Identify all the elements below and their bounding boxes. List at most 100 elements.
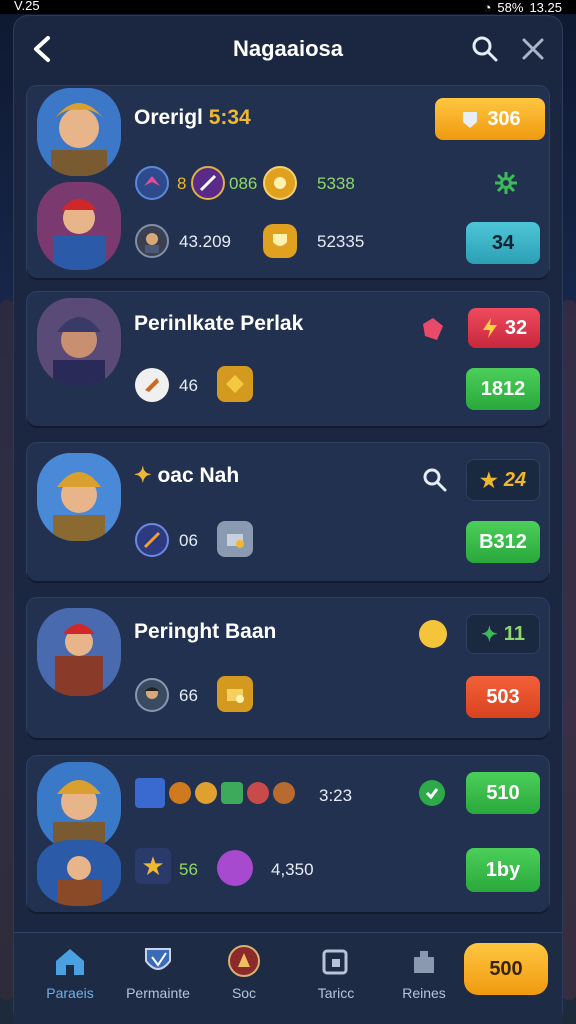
emoji-icon — [419, 620, 447, 648]
hero-avatar — [37, 182, 121, 270]
player-name: ✦ oac Nah — [134, 463, 239, 488]
list-item[interactable]: ✦ oac Nah ★ 24 06 B312 — [27, 443, 549, 581]
hero-mini-avatar — [135, 224, 169, 258]
player-name: Peringht Baan — [134, 620, 277, 643]
star-button[interactable]: ★ 24 — [466, 459, 540, 501]
status-time-right: 13.25 — [529, 0, 562, 14]
close-button[interactable] — [518, 34, 548, 64]
nav-item-taricc[interactable]: Taricc — [296, 943, 376, 1001]
nav-item-soc[interactable]: Soc — [204, 943, 284, 1001]
nav-label: Soc — [231, 985, 257, 1001]
chest-icon — [217, 366, 253, 402]
clover-icon: ✦ — [481, 623, 498, 646]
pet-icon — [217, 850, 253, 886]
list-item[interactable]: Peringht Baan ✦ 11 66 503 — [27, 598, 549, 738]
action-button[interactable]: 510 — [466, 772, 540, 814]
action-button[interactable]: 1by — [466, 848, 540, 892]
nav-item-reines[interactable]: Reines — [384, 943, 464, 1001]
gem-icon — [463, 112, 478, 128]
coin-icon — [195, 782, 217, 804]
lightning-icon — [482, 318, 497, 338]
list-item[interactable]: Perinlkate Perlak 32 46 1812 — [27, 292, 549, 426]
nav-label: Paraeis — [46, 985, 94, 1001]
player-name-text: oac Nah — [157, 464, 240, 487]
reward-button[interactable]: 306 — [435, 98, 545, 140]
header: Nagaaiosa — [14, 16, 562, 82]
skill-icon — [135, 523, 169, 557]
clover-button[interactable]: ✦ 11 — [466, 614, 540, 654]
puzzle-icon — [406, 943, 442, 979]
nav-label: Permainte — [126, 985, 190, 1001]
stat-value: 3:23 — [319, 786, 353, 805]
star-icon: ★ — [135, 848, 171, 884]
battery-label: 58% — [497, 0, 524, 14]
coin-icon — [169, 782, 191, 804]
nav-item-paraeis[interactable]: Paraeis — [30, 943, 110, 1001]
hero-mini-avatar — [135, 678, 169, 712]
search-button[interactable] — [470, 34, 500, 64]
list-item[interactable]: Orerigl 5:34 8 086 5338 43.209 52335 306… — [27, 86, 549, 278]
action-button[interactable]: 503 — [466, 676, 540, 718]
action-button[interactable]: 1812 — [466, 368, 540, 410]
settings-icon[interactable] — [493, 170, 519, 196]
hero-avatar — [37, 762, 121, 850]
action-button[interactable]: B312 — [466, 521, 540, 563]
home-icon — [52, 943, 88, 979]
stat-value: 66 — [179, 686, 198, 705]
bottom-nav: Paraeis Permainte Soc Taricc Reines 500 — [14, 932, 562, 1024]
player-name-text: Orerigl — [134, 106, 203, 129]
reward-value: 306 — [487, 107, 521, 130]
emblem-icon — [191, 166, 225, 200]
badge-row — [135, 778, 295, 808]
badge-icon — [226, 943, 262, 979]
hero-avatar — [37, 453, 121, 541]
search-icon[interactable] — [422, 467, 448, 493]
nav-label: Reines — [402, 985, 446, 1001]
stat-value: 56 — [179, 860, 198, 879]
crown-icon: ✦ — [134, 464, 152, 487]
stat-value: 086 — [229, 174, 258, 193]
star-icon: ★ — [479, 469, 498, 492]
power-button[interactable]: 32 — [468, 308, 540, 348]
stat-value: 43.209 — [179, 232, 231, 251]
share-icon — [318, 943, 354, 979]
chest-icon — [217, 676, 253, 712]
stat-value: 4,350 — [271, 860, 314, 879]
coin-icon — [273, 782, 295, 804]
stat-value: 46 — [179, 376, 198, 395]
hero-avatar — [37, 608, 121, 696]
coin-icon — [263, 166, 297, 200]
player-name-highlight: 5:34 — [208, 106, 251, 129]
nav-item-permainte[interactable]: Permainte — [118, 943, 198, 1001]
stat-value: 06 — [179, 531, 198, 550]
chest-icon — [217, 521, 253, 557]
hero-avatar — [37, 88, 121, 176]
stat-value: 8 — [177, 174, 187, 193]
gem-icon — [417, 314, 447, 344]
stat-value: 52335 — [317, 232, 365, 251]
stat-value: 5338 — [317, 174, 355, 193]
rank-icon — [135, 166, 169, 200]
wifi-icon: ◔ — [483, 0, 492, 14]
gold-shield-icon — [263, 224, 297, 258]
hero-avatar — [37, 840, 121, 906]
status-time-left: V.25 — [14, 0, 40, 13]
player-name: Orerigl 5:34 — [134, 106, 251, 130]
check-icon — [419, 780, 445, 806]
leaf-icon — [221, 782, 243, 804]
nav-label: Taricc — [317, 985, 355, 1001]
hero-avatar — [37, 298, 121, 386]
close-icon — [522, 38, 544, 60]
item-icon — [135, 368, 169, 402]
search-icon — [472, 36, 498, 62]
shield-icon — [140, 943, 176, 979]
map-icon — [135, 778, 165, 808]
player-name: Perinlkate Perlak — [134, 312, 304, 335]
clover-value: 11 — [503, 622, 525, 645]
star-value: 24 — [503, 468, 527, 491]
action-button[interactable]: 34 — [466, 222, 540, 264]
play-button[interactable]: 500 — [464, 943, 548, 995]
power-value: 32 — [504, 316, 528, 339]
ornament-icon — [247, 782, 269, 804]
list-item[interactable]: 3:23 510 ★ 56 4,350 1by — [27, 756, 549, 912]
